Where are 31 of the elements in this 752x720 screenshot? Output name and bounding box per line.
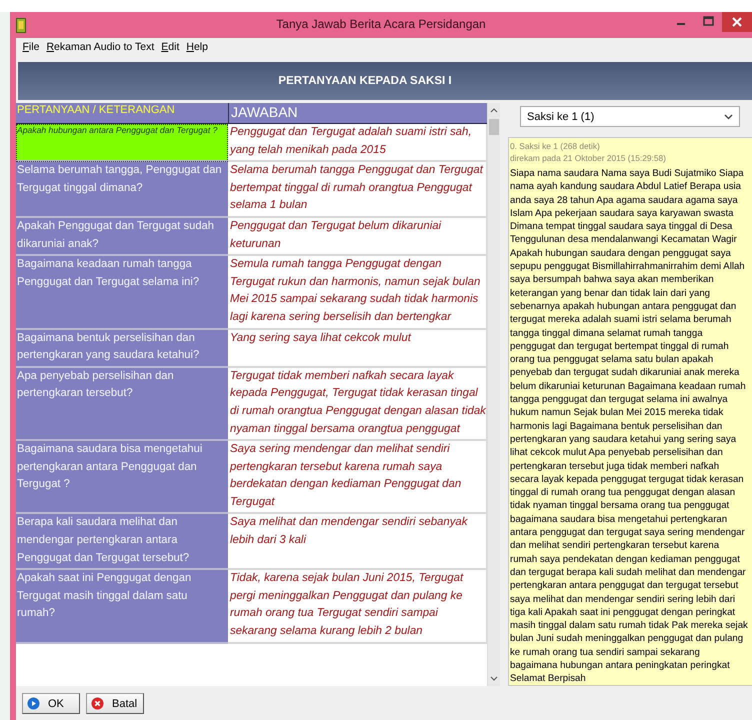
recording-date: direkam pada 21 Oktober 2015 (15:29:58) [510,152,667,164]
witness-dropdown[interactable]: Saksi ke 1 (1) [520,106,740,127]
answer-cell[interactable]: Selama berumah tangga Penggugat dan Tergugat bertempat tinggal di rumah orangtua Penggugat selama 1 bulan [228,162,487,218]
ok-button[interactable]: OK [22,693,80,714]
answer-cell[interactable]: Penggugat dan Tergugat adalah suami istri sah, yang telah menikah pada 2015 [228,124,487,162]
answer-cell[interactable]: Saya melihat dan mendengar sendiri sebanyak lebih dari 3 kali [228,514,487,570]
column-header: PERTANYAAN / KETERANGAN [16,103,228,124]
scrollbar[interactable] [487,103,500,686]
menu-item[interactable]: File [19,40,43,52]
transcript-text: Siapa nama saudara Nama saya Budi Sujatmiko Siapa nama ayah kandung saudara Abdul Latief Berapa usia anda saya 28 tahun Apa agama saudara agama saya Islam Apa pekerjaan saudara saya karyawan swasta Dimana tempat tinggal saudara saya tinggal di Desa Tenggulunan desa mendalanwangi Kecamatan Wagir Apakah hubungan saudara dengan penggugat saya sepupu penggugat Bismillahirrahmanirrahim demi Allah saya bersumpah bahwa saya akan memberikan keterangan yang benar dan tidak lain dari yang sebenarnya apakah hubungan antara penggugat dan tergugat mereka adalah suami istri selama berumah tangga tinggal dimana selamat rumah tangga penggugat dan tergugat bertempat tinggal di rumah orang tua penggugat selama satu bulan apakah penyebab dan tergugat sudah dikaruniai anak mereka belum dikaruniai keturunan Bagaimana keadaan rumah tangga penggugat dan tergugat selama ini awalnya hukum namun Sejak bulan Mei 2015 mereka tidak harmonis lagi Bagaimana bentuk perselisihan dan pertengkaran yang saudara ketahui yang sering saya lihat cekcok mulut Apa penyebab perselisihan dan pertengkaran tersebut juga tidak memberi nafkah secara layak kepada penggugat tergugat tidak kerasan tinggal di rumah orang tua penggugat dengan alasan tidak nyaman tinggal bersama orang tua penggugat bagaimana saudara bisa mengetahui pertengkaran antara penggugat dan tergugat saya sering mendengar dan melihat sendiri pertengkaran tersebut karena rumah saya pendekatan dengan kediaman penggugat dan tergugat berapa kali sudah melihat dan mendengar pertengkaran antara penggugat dan tergugat tersebut saya melihat dan mendengar sendiri sering lebih dari tiga kali Apakah saat ini penggugat dengan peringkat masih tinggal dalam satu rumah tidak Pak mereka sejak bulan Juni sudah meninggalkan penggugat dan pulang ke rumah orang tua sendiri sampai sekarang bagaimana hubungan antara peningkatan peringkat Selamat Berpisah [510,167,748,685]
close-icon [91,697,104,710]
banner-title: PERTANYAAN KEPADA SAKSI I [278,75,452,87]
answer-cell[interactable]: Semula rumah tangga Penggugat dengan Tergugat rukun dan harmonis, namun sejak bulan Mei 2015 sampai sekarang sudah tidak harmonis lagi karena sering berselisih dan bertengkar [228,256,487,330]
answer-cell[interactable]: Penggugat dan Tergugat belum dikaruniai keturunan [228,218,487,256]
menu-item[interactable]: Help [182,40,212,52]
question-cell[interactable]: Apakah hubungan antara Penggugat dan Tergugat ? [16,124,228,162]
menu-item[interactable]: Edit [158,40,183,52]
answer-cell[interactable]: Saya sering mendengar dan melihat sendiri pertengkaran tersebut karena rumah saya berdekatan dengan kediaman Penggugat dan Tergugat [228,441,487,514]
scroll-thumb[interactable] [489,119,499,135]
chevron-icon [724,114,733,120]
app-icon [16,18,26,32]
answer-cell[interactable]: Tergugat tidak memberi nafkah secara layak kepada Penggugat, Tergugat tidak kerasan tingal di rumah orangtua Penggugat dengan alasan tidak nyaman tinggal bersama orangtua penggugat [228,368,487,442]
play-icon [27,697,40,710]
menu-item[interactable]: Rekaman Audio to Text [42,40,158,52]
window-title: Tanya Jawab Berita Acara Persidangan [276,17,486,31]
answer-cell[interactable]: Yang sering saya lihat cekcok mulut [228,330,487,368]
recording-title: 0. Saksi ke 1 (268 detik) [510,140,601,152]
cancel-button[interactable]: Batal [86,693,144,714]
column-header: JAWABAN [228,103,487,124]
answer-cell[interactable]: Tidak, karena sejak bulan Juni 2015, Tergugat pergi meninggalkan Penggugat dan pulang ke rumah orang tua Tergugat sendiri sampai sekarang selama kurang lebih 2 bulan [228,570,487,644]
close-icon[interactable] [722,12,752,32]
